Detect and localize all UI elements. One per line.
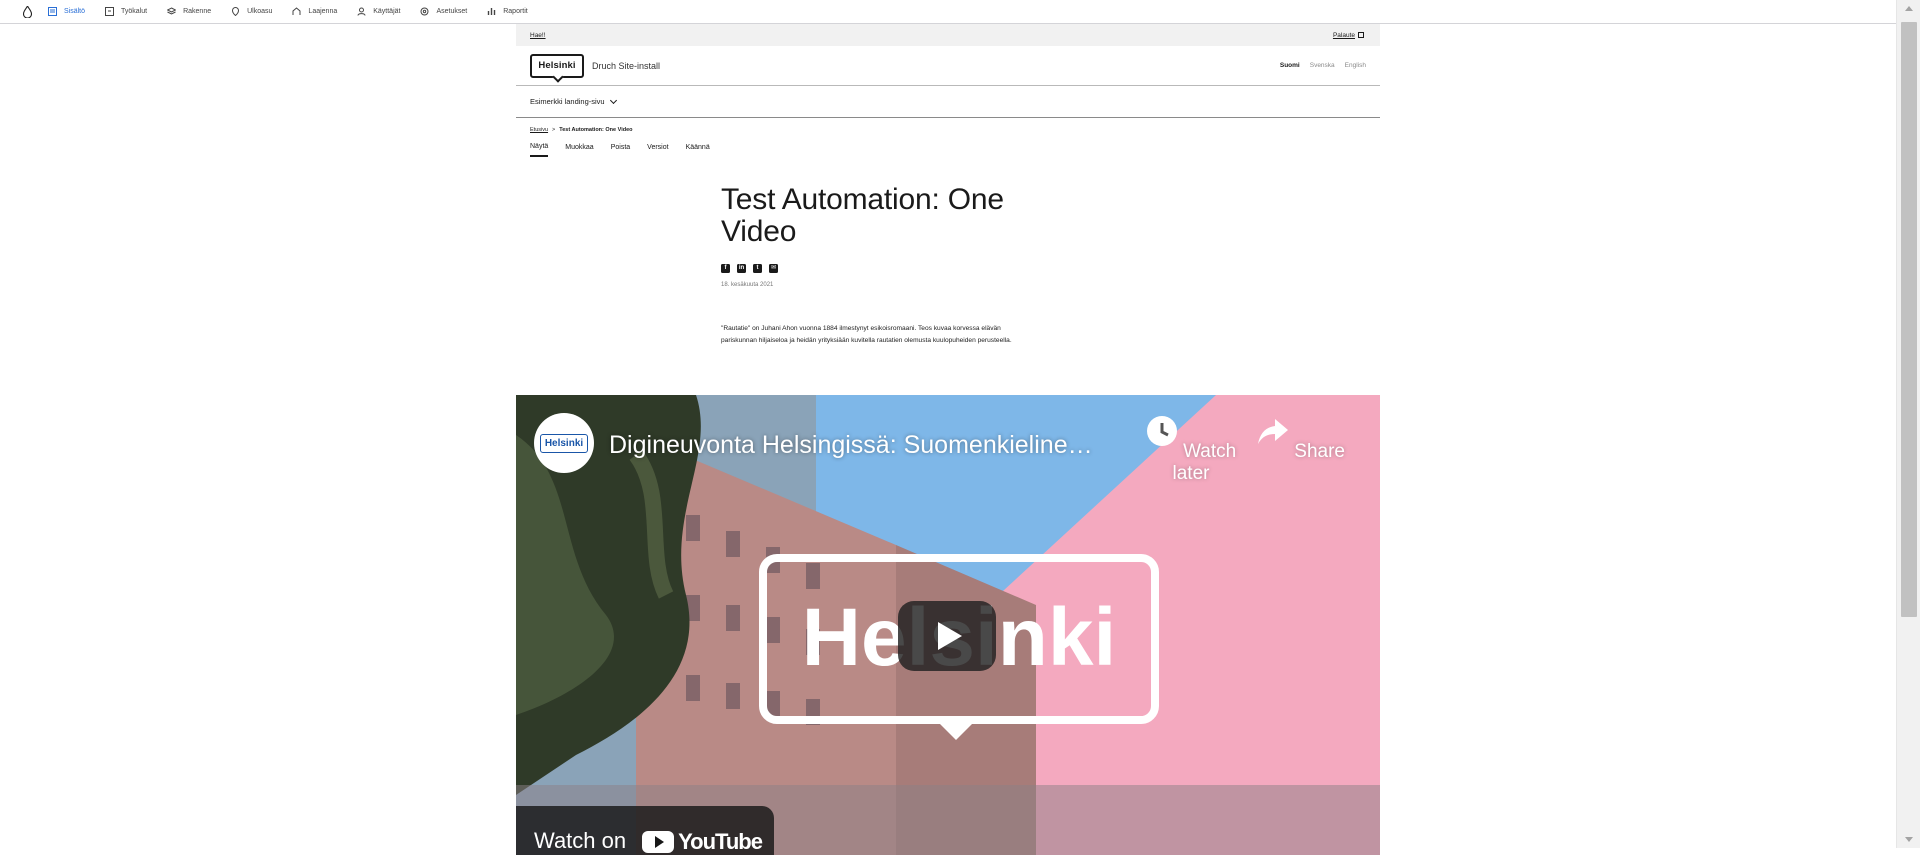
email-icon[interactable]: ✉: [769, 264, 778, 273]
language-en[interactable]: English: [1345, 62, 1366, 69]
page-scrollbar[interactable]: [1896, 0, 1920, 848]
site-name[interactable]: Druch Site-install: [592, 61, 660, 71]
breadcrumb-current: Test Automation: One Video: [559, 127, 633, 133]
toolbar-label: Sisältö: [64, 8, 86, 15]
language-switcher: Suomi Svenska English: [1270, 62, 1366, 69]
linkedin-icon[interactable]: in: [737, 264, 746, 273]
tab-view[interactable]: Näytä: [530, 138, 549, 157]
channel-logo-text: Helsinki: [539, 433, 589, 453]
site-header: Helsinki Druch Site-install Suomi Svensk…: [516, 46, 1380, 86]
site-brand[interactable]: Helsinki Druch Site-install: [530, 53, 660, 78]
toolbar-item-people[interactable]: Käyttäjät: [357, 0, 400, 24]
play-button[interactable]: [898, 601, 996, 671]
share-label: Share: [1294, 441, 1345, 462]
share-arrow-icon: [1258, 419, 1288, 444]
tab-edit[interactable]: Muokkaa: [565, 138, 593, 157]
twitter-icon[interactable]: t: [753, 264, 762, 273]
structure-icon: [167, 7, 177, 15]
toolbar-item-reports[interactable]: Raportit: [487, 0, 528, 24]
toolbar-label: Rakenne: [183, 8, 212, 15]
toolbar-label: Asetukset: [436, 8, 468, 15]
drupal-drop-icon[interactable]: [20, 4, 34, 20]
tab-delete[interactable]: Poista: [611, 138, 630, 157]
language-fi[interactable]: Suomi: [1280, 62, 1300, 69]
config-icon: [420, 7, 429, 16]
tab-revisions[interactable]: Versiot: [647, 138, 668, 157]
scrollbar-thumb[interactable]: [1901, 22, 1917, 617]
youtube-logo: YouTube: [642, 829, 763, 855]
clock-icon: [1146, 416, 1177, 446]
toolbar-item-tools[interactable]: Työkalut: [105, 0, 147, 24]
utility-link-left[interactable]: Hae!!: [530, 32, 546, 39]
main-navigation: Esimerkki landing-sivu: [516, 86, 1380, 118]
people-icon: [357, 7, 366, 16]
youtube-video-embed[interactable]: Helsinki Helsinki Digineuvonta Helsingis…: [516, 395, 1380, 855]
toolbar-item-extend[interactable]: Laajenna: [292, 0, 337, 24]
admin-toolbar: Sisältö Työkalut Rakenne Ulkoasu Laajenn…: [0, 0, 1896, 24]
feedback-link[interactable]: Palaute: [1333, 32, 1355, 39]
external-link-icon: [1358, 31, 1364, 38]
publish-date: 18. kesäkuuta 2021: [721, 282, 774, 288]
toolbar-item-config[interactable]: Asetukset: [420, 0, 467, 24]
youtube-wordmark: YouTube: [678, 829, 763, 854]
breadcrumb-home[interactable]: Etusivu: [530, 127, 548, 133]
scroll-up-arrow-icon[interactable]: [1905, 6, 1913, 11]
toolbar-item-appearance[interactable]: Ulkoasu: [231, 0, 272, 24]
chevron-down-icon[interactable]: [609, 96, 617, 104]
watch-on-label: Watch on: [534, 828, 627, 853]
share-button[interactable]: Share: [1246, 415, 1356, 463]
toolbar-item-content[interactable]: Sisältö: [48, 0, 85, 24]
tools-icon: [105, 7, 115, 16]
share-links: f in t ✉: [721, 264, 1041, 273]
page-title: Test Automation: One Video: [721, 183, 1004, 248]
watch-later-label: Watch later: [1172, 441, 1237, 484]
local-tasks-tabs: Näytä Muokkaa Poista Versiot Käännä: [516, 138, 1380, 158]
tab-translate[interactable]: Käännä: [686, 138, 710, 157]
helsinki-logo[interactable]: Helsinki: [530, 53, 584, 78]
page-container: Hae!! Palaute Helsinki Druch Site-instal…: [516, 24, 1380, 344]
reports-icon: [488, 8, 496, 15]
channel-avatar[interactable]: Helsinki: [534, 413, 594, 473]
nav-item-landing[interactable]: Esimerkki landing-sivu: [530, 97, 605, 106]
language-sv[interactable]: Svenska: [1310, 62, 1335, 69]
toolbar-item-structure[interactable]: Rakenne: [167, 0, 211, 24]
appearance-icon: [232, 7, 240, 16]
article-header: Test Automation: One Video f in t ✉ 18. …: [721, 184, 1041, 347]
lead-paragraph: "Rautatie" on Juhani Ahon vuonna 1884 il…: [721, 325, 1012, 344]
video-title[interactable]: Digineuvonta Helsingissä: Suomenkieline…: [609, 431, 1093, 460]
extend-icon: [292, 7, 301, 15]
top-utility-bar: Hae!! Palaute: [516, 24, 1380, 46]
toolbar-label: Ulkoasu: [247, 8, 273, 15]
facebook-icon[interactable]: f: [721, 264, 730, 273]
toolbar-label: Työkalut: [121, 8, 148, 15]
youtube-play-icon: [642, 831, 675, 853]
scroll-down-arrow-icon[interactable]: [1905, 837, 1913, 842]
toolbar-label: Käyttäjät: [373, 8, 401, 15]
content-icon: [48, 7, 57, 16]
toolbar-label: Raportit: [503, 8, 528, 15]
watch-later-button[interactable]: Watch later: [1136, 415, 1246, 485]
breadcrumb: Etusivu > Test Automation: One Video: [516, 118, 1380, 138]
toolbar-label: Laajenna: [308, 8, 338, 15]
breadcrumb-separator: >: [552, 127, 556, 133]
